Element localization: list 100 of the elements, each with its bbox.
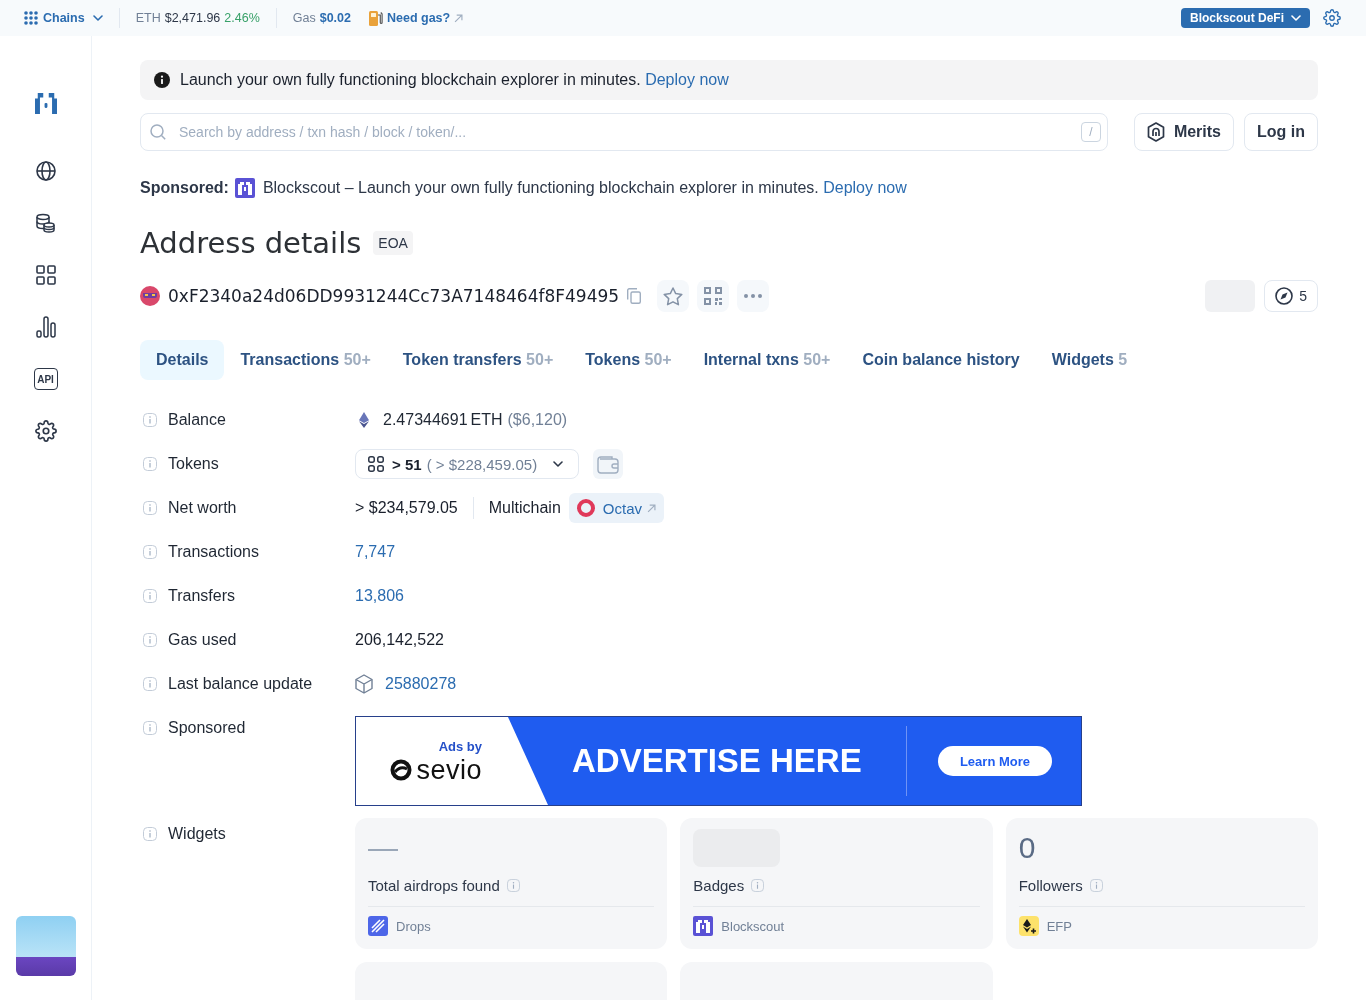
compass-icon <box>1275 287 1294 305</box>
logo-icon <box>390 758 413 781</box>
page-title: Address details <box>140 225 362 262</box>
learn-more-button[interactable]: Learn More <box>937 746 1052 776</box>
tab[interactable]: Transactions 50+ <box>224 340 387 380</box>
balance-amount: 2.47344691 <box>383 411 468 429</box>
deploy-link[interactable]: Deploy now <box>645 71 729 88</box>
brand-name: sevio <box>416 755 482 784</box>
ad-headline: ADVERTISE HERE <box>572 742 862 780</box>
caret-icon <box>553 461 563 467</box>
detail-label: Tokens <box>168 455 219 473</box>
tab[interactable]: Internal txns 50+ <box>687 340 847 380</box>
caret-icon <box>1291 15 1301 21</box>
coins-icon[interactable] <box>36 213 55 233</box>
coin-price: $2,471.96 <box>164 11 221 25</box>
detail-label: Last balance update <box>168 675 313 693</box>
wallet-icon <box>597 454 619 474</box>
info-icon <box>143 721 157 735</box>
deploy-link[interactable]: Deploy now <box>823 179 907 196</box>
address-type-tag: EOA <box>373 231 413 255</box>
caret-icon <box>92 15 103 21</box>
tab[interactable]: Tokens 50+ <box>569 340 688 380</box>
info-icon <box>506 878 520 892</box>
tokens-icon <box>368 456 384 472</box>
merits-button[interactable]: Merits <box>1133 113 1234 151</box>
tab[interactable]: Coin balance history <box>846 340 1036 380</box>
more-button[interactable] <box>737 280 770 312</box>
settings-icon[interactable] <box>34 420 57 442</box>
logo-icon <box>693 916 714 936</box>
widget-title: Badges <box>693 876 745 894</box>
info-icon <box>143 413 157 427</box>
detail-label: Transactions <box>168 543 259 561</box>
need-gas-link[interactable]: Need gas? <box>386 11 464 25</box>
cube-icon <box>355 674 373 694</box>
sponsored-label: Sponsored: <box>140 179 229 197</box>
info-icon <box>143 827 157 841</box>
avatar-icon <box>140 286 160 306</box>
ad-caption: Ads by <box>438 738 482 754</box>
detail-value: 206,142,522 <box>355 631 444 649</box>
arrow-up-right-icon <box>647 503 656 513</box>
widget-source: Drops <box>396 918 431 934</box>
qr-code-button[interactable] <box>697 280 730 312</box>
network-menu-button[interactable]: Blockscout DeFi <box>1180 8 1310 28</box>
login-button[interactable]: Log in <box>1244 113 1318 151</box>
chains-menu[interactable]: Chains <box>24 11 103 25</box>
sponsored-text: Blockscout – Launch your own fully functioning blockchain explorer in minutes. Deploy now <box>262 179 907 197</box>
info-icon <box>143 677 157 691</box>
detail-label: Gas used <box>168 631 237 649</box>
detail-label: Net worth <box>168 499 237 517</box>
info-icon <box>751 878 765 892</box>
detail-label: Widgets <box>168 825 226 843</box>
widget-source: EFP <box>1046 918 1072 934</box>
info-icon <box>1089 878 1103 892</box>
info-icon <box>143 589 157 603</box>
diamond-plus-icon <box>1018 916 1039 936</box>
balance-unit: ETH <box>470 411 503 429</box>
block-link[interactable]: 25880278 <box>385 675 457 693</box>
widget-source: Blockscout <box>721 918 785 934</box>
widget-title: Total airdrops found <box>368 876 500 894</box>
octav-link[interactable]: Octav <box>568 493 664 523</box>
balance-usd: ($6,120) <box>507 411 568 429</box>
info-icon <box>154 72 170 88</box>
tab[interactable]: Details <box>140 340 225 380</box>
stripes-icon <box>368 916 388 936</box>
tokens-dropdown[interactable]: > 51 ( > $228,459.05) <box>355 449 579 479</box>
more-icon <box>744 294 763 298</box>
shortcut-key: / <box>1080 122 1101 142</box>
tab[interactable]: Token transfers 50+ <box>386 340 570 380</box>
grid-icon <box>24 11 38 25</box>
coin-symbol: ETH <box>135 11 161 25</box>
search-icon <box>150 124 166 140</box>
settings-icon[interactable] <box>1323 9 1341 27</box>
avatar-placeholder[interactable] <box>15 916 76 976</box>
logo-icon[interactable] <box>34 93 57 114</box>
arrow-up-right-icon <box>454 13 464 23</box>
multichain-label: Multichain <box>488 499 561 517</box>
favorite-button[interactable] <box>657 280 690 312</box>
gas-price: $0.02 <box>319 11 351 25</box>
info-icon <box>143 501 157 515</box>
widget-title: Followers <box>1018 876 1083 894</box>
net-worth-value: > $234,579.05 <box>355 499 458 517</box>
count-link[interactable]: 7,747 <box>355 543 396 561</box>
globe-icon[interactable] <box>35 161 56 181</box>
hexagon-icon <box>1146 122 1165 142</box>
detail-label: Balance <box>168 411 226 429</box>
info-icon <box>143 545 157 559</box>
tab[interactable]: Widgets 5 <box>1035 340 1144 380</box>
gas-label: Gas <box>292 11 316 25</box>
widget-value: — <box>368 830 399 866</box>
grid-icon[interactable] <box>35 265 56 285</box>
logo-icon <box>234 178 255 198</box>
widget-value: 0 <box>1018 830 1037 866</box>
counter-button[interactable]: 5 <box>1264 280 1318 312</box>
ad-banner[interactable]: Ads by sevio ADVERTISE HERE Learn More <box>355 716 1082 806</box>
detail-label: Sponsored <box>168 719 246 737</box>
count-link[interactable]: 13,806 <box>355 587 404 605</box>
ethereum-icon <box>359 412 369 428</box>
api-link[interactable]: API <box>33 368 58 390</box>
bar-chart-icon[interactable] <box>35 316 56 338</box>
info-icon <box>143 633 157 647</box>
